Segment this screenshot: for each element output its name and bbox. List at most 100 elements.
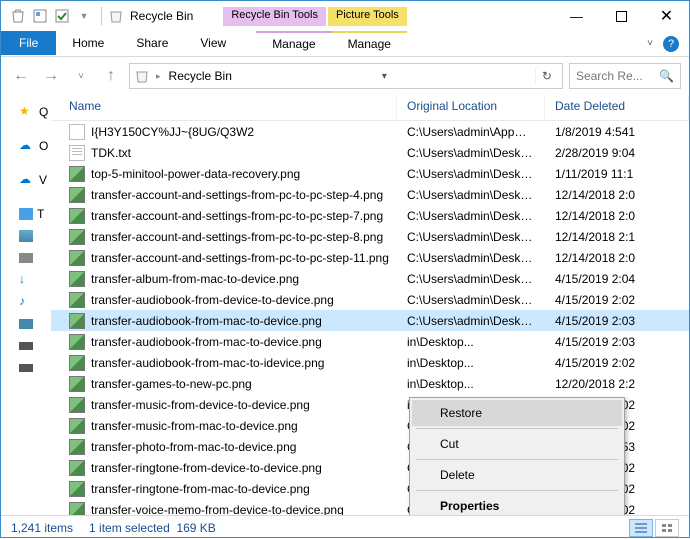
ribbon-expand-icon[interactable]: ˅	[647, 38, 653, 49]
file-row[interactable]: TDK.txtC:\Users\admin\Desktop2/28/2019 9…	[51, 142, 689, 163]
file-location: C:\Users\admin\Desktop	[397, 146, 545, 160]
file-location: C:\Users\admin\Desktop...	[397, 251, 545, 265]
minimize-button[interactable]: —	[554, 2, 599, 30]
tab-share[interactable]: Share	[120, 31, 184, 55]
file-row[interactable]: transfer-audiobook-from-mac-to-device.pn…	[51, 310, 689, 331]
nav-back-button[interactable]: ←	[9, 64, 33, 88]
context-tab-recycle[interactable]: Recycle Bin Tools	[223, 7, 326, 26]
sidebar-item[interactable]: ♪	[1, 291, 51, 313]
context-tab-picture[interactable]: Picture Tools	[328, 7, 407, 26]
content-area: Name Original Location Date Deleted I{H3…	[51, 95, 689, 515]
file-row[interactable]: transfer-audiobook-from-mac-to-device.pn…	[51, 331, 689, 352]
address-dropdown-icon[interactable]: ▾	[382, 71, 387, 82]
sidebar-item[interactable]: T	[1, 203, 51, 225]
view-details-button[interactable]	[629, 519, 653, 537]
sidebar-item[interactable]	[1, 335, 51, 357]
tab-manage-picture[interactable]: Manage	[332, 31, 407, 55]
file-name: transfer-audiobook-from-mac-to-idevice.p…	[91, 356, 324, 370]
refresh-button[interactable]: ↻	[535, 69, 558, 83]
window-controls: — ✕	[554, 2, 689, 30]
file-name: transfer-games-to-new-pc.png	[91, 377, 252, 391]
help-icon[interactable]: ?	[663, 36, 679, 52]
file-row[interactable]: transfer-album-from-mac-to-device.pngC:\…	[51, 268, 689, 289]
nav-recent-dropdown[interactable]: ˅	[69, 64, 93, 88]
view-icons-button[interactable]	[655, 519, 679, 537]
menu-item-restore[interactable]: Restore	[412, 400, 622, 426]
file-row[interactable]: I{H3Y150CY%JJ~{8UG/Q3W2 C:\Users\admin\Ap…	[51, 121, 689, 142]
nav-up-button[interactable]: ↑	[99, 64, 123, 88]
file-row[interactable]: transfer-account-and-settings-from-pc-to…	[51, 226, 689, 247]
status-bar: 1,241 items 1 item selected 169 KB	[1, 515, 689, 539]
file-name: transfer-ringtone-from-device-to-device.…	[91, 461, 322, 475]
file-icon	[69, 229, 85, 245]
file-row[interactable]: transfer-account-and-settings-from-pc-to…	[51, 247, 689, 268]
chevron-right-icon[interactable]: ▸	[156, 71, 161, 82]
tab-manage-recycle[interactable]: Manage	[256, 31, 331, 55]
file-icon	[69, 208, 85, 224]
sidebar-item[interactable]	[1, 247, 51, 269]
column-location[interactable]: Original Location	[397, 95, 545, 120]
status-item-count: 1,241 items	[11, 521, 73, 535]
file-location: C:\Users\admin\AppDat...	[397, 125, 545, 139]
file-icon	[69, 418, 85, 434]
file-location: C:\Users\admin\Desktop...	[397, 314, 545, 328]
sidebar-item[interactable]: ☁V	[1, 169, 51, 191]
file-name: I{H3Y150CY%JJ~{8UG/Q3W2	[91, 125, 254, 139]
nav-forward-button[interactable]: →	[39, 64, 63, 88]
column-name[interactable]: Name	[51, 95, 397, 120]
file-row[interactable]: transfer-audiobook-from-device-to-device…	[51, 289, 689, 310]
file-name: transfer-ringtone-from-mac-to-device.png	[91, 482, 310, 496]
maximize-button[interactable]	[599, 2, 644, 30]
sidebar-item[interactable]	[1, 313, 51, 335]
close-button[interactable]: ✕	[644, 2, 689, 30]
tab-view[interactable]: View	[184, 31, 242, 55]
breadcrumb[interactable]: Recycle Bin	[167, 69, 234, 83]
tab-file[interactable]: File	[1, 31, 56, 55]
file-row[interactable]: transfer-games-to-new-pc.pngin\Desktop..…	[51, 373, 689, 394]
window-title-wrap: Recycle Bin	[108, 8, 193, 24]
qat-dropdown-icon[interactable]: ▼	[73, 5, 95, 27]
menu-item-properties[interactable]: Properties	[412, 493, 622, 515]
qat-properties-icon[interactable]	[29, 5, 51, 27]
ribbon-tabs: File Home Share View Manage Manage ˅ ?	[1, 31, 689, 57]
search-icon: 🔍	[659, 69, 674, 83]
file-name: TDK.txt	[91, 146, 131, 160]
file-name: transfer-album-from-mac-to-device.png	[91, 272, 299, 286]
search-input[interactable]: Search Re... 🔍	[569, 63, 681, 89]
file-date: 4/15/2019 2:02	[545, 293, 689, 307]
recycle-bin-addr-icon	[134, 68, 150, 84]
file-date: 4/15/2019 2:02	[545, 356, 689, 370]
address-bar[interactable]: ▸ Recycle Bin ▾ ↻	[129, 63, 563, 89]
file-name: transfer-audiobook-from-mac-to-device.pn…	[91, 314, 322, 328]
sidebar-item[interactable]	[1, 357, 51, 379]
file-name: transfer-music-from-device-to-device.png	[91, 398, 310, 412]
menu-item-delete[interactable]: Delete	[412, 462, 622, 488]
file-row[interactable]: transfer-account-and-settings-from-pc-to…	[51, 184, 689, 205]
file-date: 12/14/2018 2:1	[545, 230, 689, 244]
file-location: C:\Users\admin\Desktop...	[397, 293, 545, 307]
file-name: transfer-account-and-settings-from-pc-to…	[91, 230, 383, 244]
file-icon	[69, 313, 85, 329]
sidebar-item[interactable]: ★Q	[1, 101, 51, 123]
file-icon	[69, 502, 85, 516]
qat-checkbox-icon[interactable]	[51, 5, 73, 27]
context-menu: Restore Cut Delete Properties	[409, 397, 625, 515]
sidebar-item[interactable]: ↓	[1, 269, 51, 291]
sidebar-item[interactable]: ☁O	[1, 135, 51, 157]
file-row[interactable]: transfer-account-and-settings-from-pc-to…	[51, 205, 689, 226]
file-row[interactable]: transfer-audiobook-from-mac-to-idevice.p…	[51, 352, 689, 373]
file-name: transfer-photo-from-mac-to-device.png	[91, 440, 296, 454]
file-row[interactable]: top-5-minitool-power-data-recovery.pngC:…	[51, 163, 689, 184]
body: ★Q ☁O ☁V T ↓ ♪ Name Original Location Da…	[1, 95, 689, 515]
column-date[interactable]: Date Deleted	[545, 95, 689, 120]
file-location: C:\Users\admin\Desktop...	[397, 230, 545, 244]
file-name: top-5-minitool-power-data-recovery.png	[91, 167, 300, 181]
menu-item-cut[interactable]: Cut	[412, 431, 622, 457]
address-row: ← → ˅ ↑ ▸ Recycle Bin ▾ ↻ Search Re... 🔍	[1, 57, 689, 95]
file-location: C:\Users\admin\Desktop...	[397, 188, 545, 202]
search-placeholder: Search Re...	[576, 69, 643, 83]
file-name: transfer-account-and-settings-from-pc-to…	[91, 188, 383, 202]
file-icon	[69, 250, 85, 266]
sidebar-item[interactable]	[1, 225, 51, 247]
tab-home[interactable]: Home	[56, 31, 120, 55]
